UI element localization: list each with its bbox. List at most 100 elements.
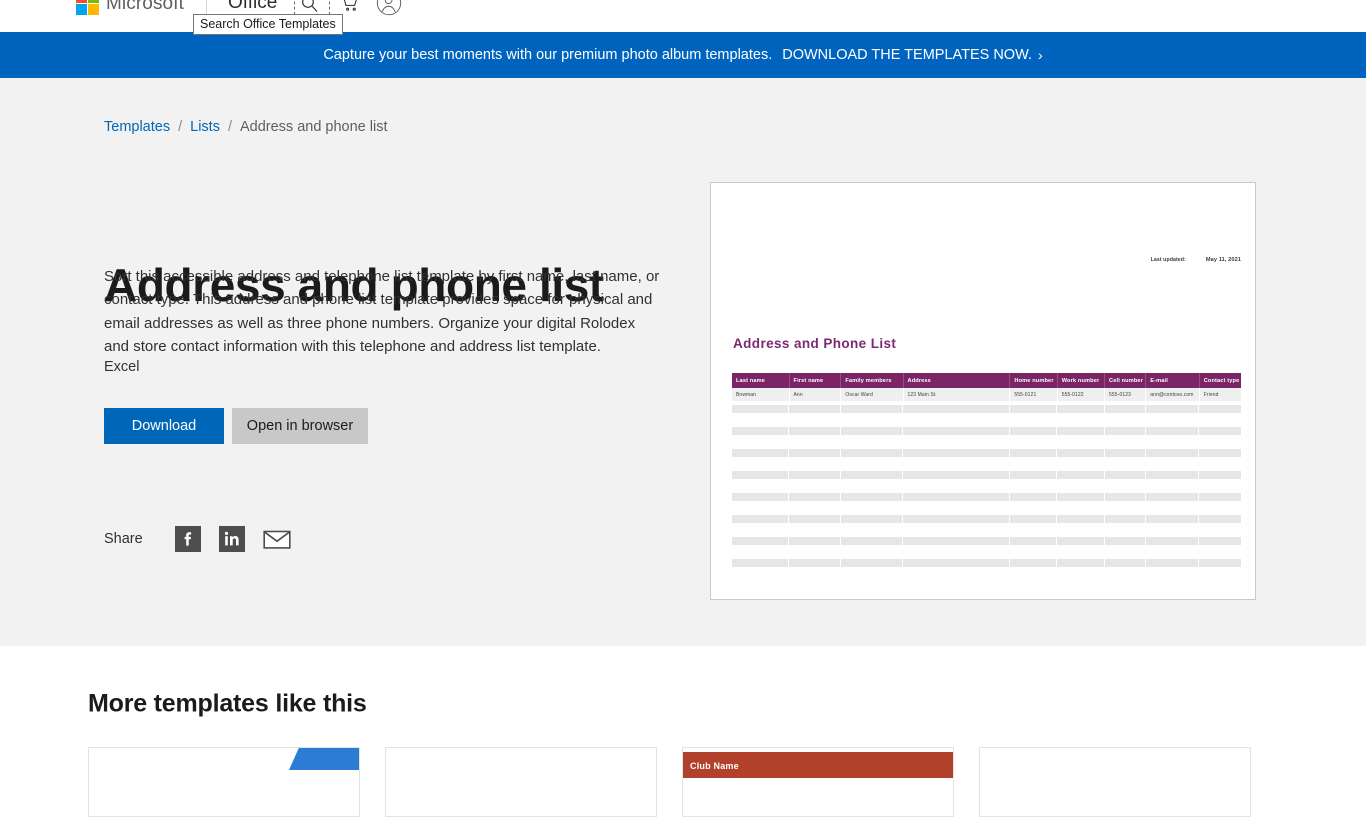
linkedin-share-icon[interactable] [218, 526, 245, 552]
preview-empty-row [732, 405, 1241, 413]
preview-empty-cell [732, 405, 789, 413]
preview-title: Address and Phone List [733, 336, 897, 351]
account-icon[interactable] [376, 0, 402, 16]
facebook-share-icon[interactable] [174, 526, 201, 552]
cell-home-number: 555-0121 [1009, 388, 1058, 401]
preview-empty-cell [1009, 471, 1058, 479]
preview-empty-cell [903, 559, 1010, 567]
promo-banner[interactable]: Capture your best moments with our premi… [0, 32, 1366, 78]
template-preview-content: Last updated: May 11, 2021 Address and P… [711, 183, 1255, 599]
preview-empty-cell [1145, 559, 1200, 567]
preview-empty-cell [1145, 537, 1200, 545]
preview-empty-cell [1104, 449, 1146, 457]
preview-empty-cell [903, 471, 1010, 479]
template-card-4[interactable] [979, 747, 1251, 817]
preview-empty-cell [903, 537, 1010, 545]
col-family-members: Family members [840, 373, 904, 388]
preview-empty-cell [840, 515, 903, 523]
preview-empty-row [732, 427, 1241, 435]
preview-empty-cell [903, 405, 1010, 413]
last-updated-date: May 11, 2021 [1205, 257, 1241, 263]
search-tooltip: Search Office Templates [193, 14, 343, 35]
preview-empty-cell [1057, 493, 1105, 501]
preview-empty-cell [789, 405, 841, 413]
preview-empty-cell [789, 537, 841, 545]
template-hero-section: Templates / Lists / Address and phone li… [0, 78, 1366, 646]
preview-empty-cell [840, 449, 903, 457]
breadcrumb-item-templates[interactable]: Templates [104, 119, 170, 135]
preview-empty-cell [903, 515, 1010, 523]
preview-empty-cell [840, 559, 903, 567]
preview-empty-row [732, 537, 1241, 545]
cell-work-number: 555-0122 [1057, 388, 1106, 401]
preview-empty-cell [789, 493, 841, 501]
preview-empty-rows [732, 405, 1241, 581]
template-card-2[interactable] [385, 747, 657, 817]
share-row: Share [104, 526, 291, 552]
col-cell-number: Cell number [1104, 373, 1147, 388]
breadcrumb-item-lists[interactable]: Lists [190, 119, 220, 135]
preview-empty-row [732, 515, 1241, 523]
preview-empty-cell [840, 405, 903, 413]
col-first-name: First name [789, 373, 842, 388]
breadcrumb-item-current: Address and phone list [239, 119, 388, 135]
preview-empty-cell [1199, 493, 1241, 501]
cell-family-members: Oscar Ward [840, 388, 904, 401]
col-email: E-mail [1145, 373, 1200, 388]
preview-empty-cell [1145, 427, 1200, 435]
cell-contact-type: Friend [1199, 388, 1241, 401]
preview-empty-cell [1009, 559, 1058, 567]
preview-empty-cell [1104, 559, 1146, 567]
download-button[interactable]: Download [104, 408, 224, 444]
promo-banner-link[interactable]: DOWNLOAD THE TEMPLATES NOW. [782, 47, 1032, 63]
more-templates-card-row: Club Name [88, 747, 1251, 817]
preview-empty-cell [789, 515, 841, 523]
preview-empty-cell [1199, 405, 1241, 413]
preview-empty-cell [903, 449, 1010, 457]
preview-last-updated: Last updated: May 11, 2021 [1151, 257, 1241, 263]
col-address: Address [903, 373, 1011, 388]
col-home-number: Home number [1009, 373, 1058, 388]
last-updated-label: Last updated: [1150, 257, 1186, 263]
preview-empty-cell [1104, 515, 1146, 523]
microsoft-logo[interactable]: Microsoft [76, 0, 184, 15]
preview-empty-cell [732, 515, 789, 523]
open-in-browser-button[interactable]: Open in browser [232, 408, 368, 444]
cell-email: ann@contoso.com [1145, 388, 1200, 401]
breadcrumb: Templates / Lists / Address and phone li… [104, 119, 388, 135]
email-share-icon[interactable] [263, 526, 291, 552]
preview-empty-cell [732, 427, 789, 435]
preview-empty-cell [1104, 405, 1146, 413]
preview-empty-cell [1199, 537, 1241, 545]
card-1-blue-corner [289, 748, 359, 770]
preview-empty-cell [1145, 493, 1200, 501]
template-card-1[interactable] [88, 747, 360, 817]
preview-empty-cell [1199, 559, 1241, 567]
template-preview-card[interactable]: Last updated: May 11, 2021 Address and P… [710, 182, 1256, 600]
template-card-3[interactable]: Club Name [682, 747, 954, 817]
preview-empty-cell [1057, 449, 1105, 457]
breadcrumb-separator-1: / [178, 119, 183, 135]
preview-empty-cell [789, 427, 841, 435]
preview-empty-cell [732, 493, 789, 501]
preview-empty-cell [1145, 449, 1200, 457]
preview-empty-cell [840, 427, 903, 435]
microsoft-squares-icon [76, 0, 99, 15]
preview-empty-cell [732, 559, 789, 567]
preview-empty-cell [1104, 427, 1146, 435]
preview-table-row: Bowman Ann Oscar Ward 123 Main St. 555-0… [732, 388, 1241, 401]
cell-last-name: Bowman [732, 388, 790, 401]
preview-empty-cell [1057, 559, 1105, 567]
preview-empty-cell [840, 493, 903, 501]
template-description: Sort this accessible address and telepho… [104, 268, 660, 356]
preview-empty-cell [1009, 537, 1058, 545]
preview-table: Last name First name Family members Addr… [732, 373, 1241, 401]
preview-empty-cell [1145, 515, 1200, 523]
office-link[interactable]: Office [228, 0, 277, 14]
preview-empty-cell [1199, 427, 1241, 435]
preview-empty-cell [1009, 493, 1058, 501]
cell-address: 123 Main St. [903, 388, 1011, 401]
preview-empty-row [732, 471, 1241, 479]
preview-empty-cell [1057, 471, 1105, 479]
preview-empty-cell [1145, 405, 1200, 413]
